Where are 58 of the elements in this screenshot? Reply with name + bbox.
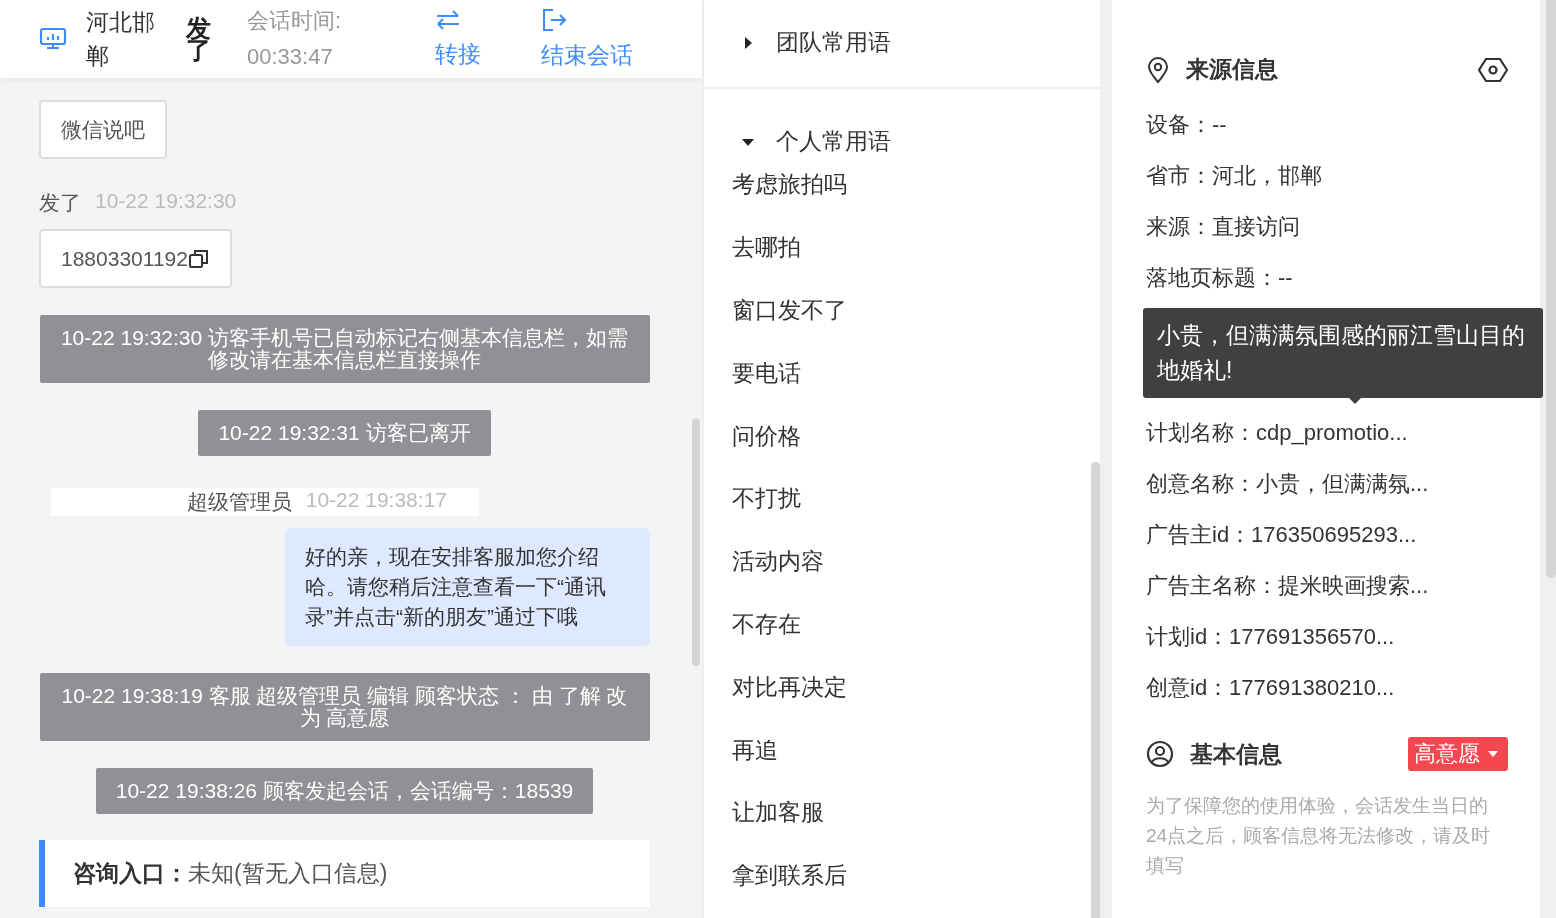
phrase-item[interactable]: 去哪拍: [704, 227, 801, 290]
info-row-text: 设备：--: [1146, 111, 1227, 139]
info-row-text: 省市：河北，邯郸: [1146, 162, 1322, 190]
swap-arrows-icon: [435, 8, 461, 31]
message-bubble: 微信说吧: [39, 100, 167, 159]
message-bubble: 好的亲，现在安排客服加您介绍哈。请您稍后注意查看一下“通讯录”并点击“新的朋友”通过下哦: [285, 528, 650, 646]
section-title: 来源信息: [1186, 55, 1279, 84]
tooltip: 小贵，但满满氛围感的丽江雪山目的地婚礼!: [1143, 308, 1543, 398]
phrase-item[interactable]: 再追: [704, 729, 778, 793]
status-dropdown[interactable]: 高意愿: [1408, 737, 1508, 771]
phrase-item[interactable]: 问价格: [704, 415, 801, 479]
phrase-item[interactable]: 要电话: [704, 352, 801, 416]
phrase-group-header[interactable]: 团队常用语: [704, 20, 891, 66]
phrase-item[interactable]: 活动内容: [704, 541, 824, 604]
location-pin-icon: [1146, 55, 1170, 84]
system-notice: 10-22 19:38:19 客服 超级管理员 编辑 顾客状态 ： 由 了解 改为 高意愿: [39, 673, 650, 741]
tooltip-arrow: [1348, 397, 1362, 404]
monitor-icon: [39, 27, 67, 51]
info-row-text: 广告主id：176350695293...: [1146, 521, 1417, 549]
caret-right-icon: [742, 36, 754, 49]
visitor-location: 河北邯郸: [86, 8, 156, 71]
scrollbar[interactable]: [1546, 0, 1556, 578]
sender-name: 发了: [39, 190, 81, 216]
phrase-item[interactable]: 不打扰: [704, 478, 801, 542]
phrase-item[interactable]: 窗口发不了: [704, 289, 847, 353]
info-row-text: 来源：直接访问: [1146, 213, 1300, 241]
info-row-text: 广告主名称：提米映画搜索...: [1146, 572, 1429, 600]
message-time: 10-22 19:38:17: [305, 488, 447, 513]
system-notice: 10-22 19:32:31 访客已离开: [198, 410, 491, 456]
info-row-text: 计划id：177691356570...: [1146, 623, 1395, 651]
info-row-text: 创意名称：小贵，但满满氛...: [1146, 470, 1429, 498]
system-notice: 10-22 19:38:26 顾客发起会话，会话编号：18539: [95, 768, 594, 814]
info-row-text: 创意id：177691380210...: [1146, 674, 1395, 702]
caret-down-icon: [1488, 751, 1498, 757]
message-text: 18803301192: [61, 246, 188, 271]
phrase-group-header[interactable]: 个人常用语: [704, 119, 891, 165]
consult-entry: 咨询入口：未知(暂无入口信息): [73, 860, 388, 886]
copy-icon[interactable]: [187, 248, 210, 269]
notice-text: 为了保障您的使用体验，会话发生当日的24点之后，顾客信息将无法修改，请及时填写: [1146, 794, 1492, 878]
section-title: 基本信息: [1190, 739, 1283, 769]
phrase-item[interactable]: 让加客服: [704, 792, 824, 856]
visitor-name: 发了: [186, 16, 211, 62]
settings-icon[interactable]: [1478, 56, 1508, 83]
phrase-item[interactable]: 拿到联系后: [704, 855, 847, 918]
phrase-item[interactable]: 不存在: [704, 603, 801, 667]
message-time: 10-22 19:32:30: [95, 189, 237, 214]
info-row-text: 落地页标题：--: [1146, 264, 1293, 292]
info-row-text: 计划名称：cdp_promotio...: [1146, 419, 1408, 447]
system-notice: 10-22 19:32:30 访客手机号已自动标记右侧基本信息栏，如需修改请在基本信息栏直接操作: [39, 315, 650, 383]
session-time: 00:33:47: [247, 43, 334, 71]
session-time-label: 会话时间:: [247, 7, 343, 35]
exit-icon: [541, 7, 567, 32]
phrase-item[interactable]: 考虑旅拍吗: [704, 164, 847, 228]
scrollbar[interactable]: [1091, 462, 1100, 918]
sender-name: 超级管理员: [186, 489, 292, 515]
user-icon: [1146, 740, 1174, 768]
scrollbar[interactable]: [692, 418, 700, 666]
phrase-item[interactable]: 对比再决定: [704, 666, 847, 730]
